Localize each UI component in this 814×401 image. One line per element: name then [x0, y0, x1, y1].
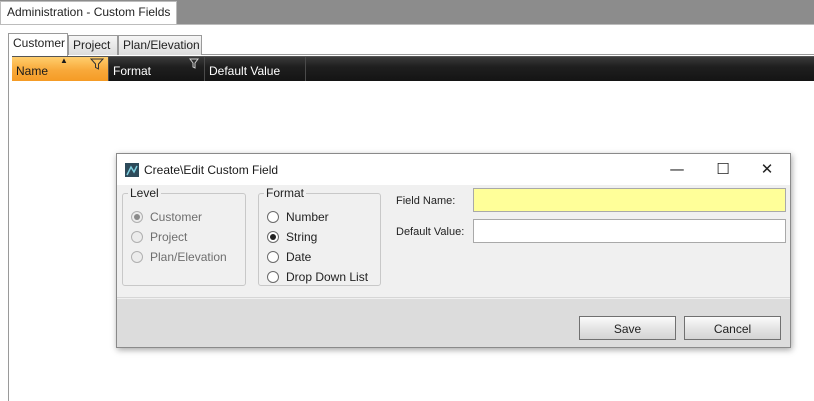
radio-checked-icon — [267, 231, 279, 243]
funnel-filter-icon[interactable] — [187, 58, 201, 70]
radio-label: Number — [286, 210, 329, 224]
field-name-input[interactable] — [473, 188, 786, 212]
radio-unchecked-icon — [267, 271, 279, 283]
field-name-label: Field Name: — [396, 195, 456, 207]
tab-label: Customer — [13, 36, 66, 50]
level-option-plan-elevation[interactable]: Plan/Elevation — [131, 249, 227, 265]
app-icon — [125, 163, 139, 177]
default-value-input[interactable] — [473, 219, 786, 243]
document-tab-custom-fields[interactable]: Administration - Custom Fields — [0, 1, 178, 24]
minimize-icon: — — [669, 160, 685, 178]
radio-unchecked-icon — [267, 251, 279, 263]
column-header-format[interactable]: Format — [109, 57, 205, 81]
column-header-label: Format — [113, 64, 152, 78]
radio-unchecked-icon — [131, 251, 143, 263]
radio-checked-icon — [131, 211, 143, 223]
create-edit-custom-field-dialog: Create\Edit Custom Field — ☐ ✕ Level Cus… — [116, 153, 791, 348]
tab-project[interactable]: Project — [68, 35, 118, 55]
level-option-project[interactable]: Project — [131, 229, 187, 245]
format-option-number[interactable]: Number — [267, 209, 329, 225]
level-tabstrip: Customer Project Plan/Elevation — [8, 33, 814, 56]
close-icon: ✕ — [760, 160, 774, 178]
column-header-name[interactable]: Name ▲ — [12, 56, 109, 81]
tab-label: Project — [73, 38, 111, 52]
format-option-date[interactable]: Date — [267, 249, 311, 265]
radio-unchecked-icon — [267, 211, 279, 223]
radio-label: Plan/Elevation — [150, 250, 227, 264]
save-button[interactable]: Save — [579, 316, 676, 340]
level-groupbox: Level Customer Project Plan/Elevation — [122, 186, 246, 286]
radio-label: Date — [286, 250, 312, 264]
grid-header: Name ▲ Format Default Value — [12, 56, 814, 81]
tab-plan-elevation[interactable]: Plan/Elevation — [118, 35, 202, 55]
maximize-button[interactable]: ☐ — [700, 154, 746, 185]
column-header-label: Default Value — [209, 64, 281, 78]
level-legend: Level — [128, 186, 161, 200]
dialog-title: Create\Edit Custom Field — [144, 163, 279, 177]
default-value-label: Default Value: — [396, 226, 465, 238]
dialog-titlebar[interactable]: Create\Edit Custom Field — ☐ ✕ — [117, 154, 790, 185]
radio-label: Customer — [150, 210, 203, 224]
column-header-label: Name — [16, 64, 49, 78]
tab-label: Plan/Elevation — [123, 38, 200, 52]
cancel-button[interactable]: Cancel — [684, 316, 781, 340]
dialog-content: Level Customer Project Plan/Elevation Fo… — [117, 185, 790, 298]
close-button[interactable]: ✕ — [744, 154, 790, 185]
radio-label: Project — [150, 230, 188, 244]
level-option-customer[interactable]: Customer — [131, 209, 202, 225]
funnel-filter-icon[interactable] — [90, 58, 104, 70]
maximize-icon: ☐ — [716, 160, 730, 178]
radio-label: Drop Down List — [286, 270, 369, 284]
minimize-button[interactable]: — — [654, 154, 700, 185]
document-tabstrip: Administration - Custom Fields — [0, 0, 814, 24]
tab-customer[interactable]: Customer — [8, 33, 68, 56]
column-header-default-value[interactable]: Default Value — [205, 57, 306, 81]
document-tab-label: Administration - Custom Fields — [7, 5, 171, 19]
format-option-drop-down-list[interactable]: Drop Down List — [267, 269, 368, 285]
radio-label: String — [286, 230, 318, 244]
radio-unchecked-icon — [131, 231, 143, 243]
format-groupbox: Format Number String Date Drop Down List — [258, 186, 381, 286]
format-option-string[interactable]: String — [267, 229, 317, 245]
dialog-footer: Save Cancel — [117, 299, 790, 347]
format-legend: Format — [264, 186, 307, 200]
